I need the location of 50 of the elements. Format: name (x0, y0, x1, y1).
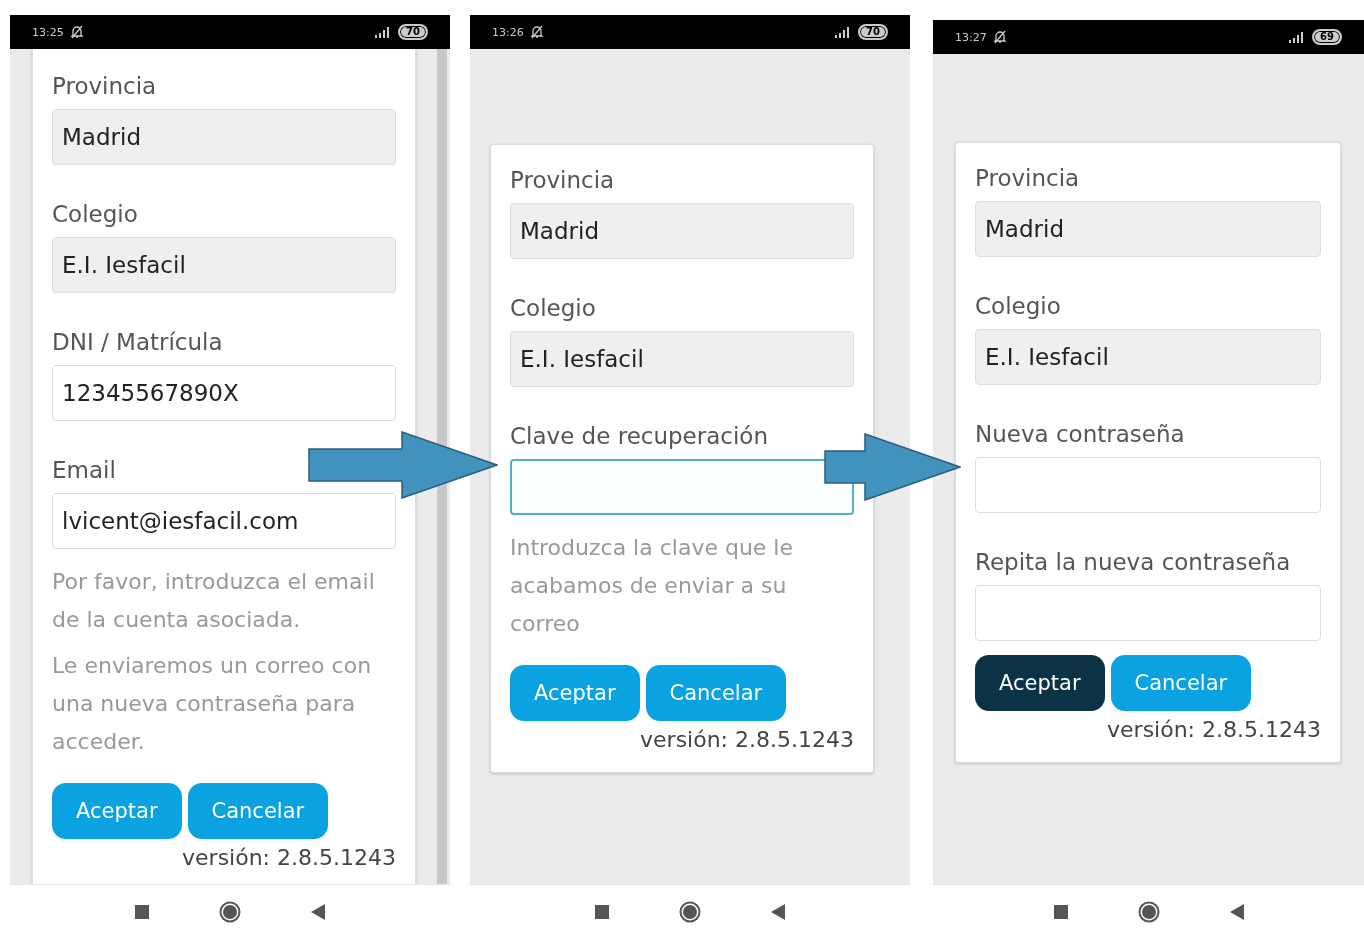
readonly-field: Madrid (52, 109, 396, 165)
bell-off-icon (69, 25, 84, 39)
field-label: Provincia (975, 164, 1081, 193)
battery-level: 70 (398, 24, 428, 40)
bell-off-icon (992, 30, 1007, 44)
square-icon[interactable] (1053, 905, 1068, 919)
cancel-button[interactable]: Cancelar (645, 665, 787, 721)
readonly-field: Madrid (510, 203, 854, 259)
bell-off-icon (529, 25, 544, 39)
readonly-field: E.I. Iesfacil (510, 331, 854, 387)
readonly-field: E.I. Iesfacil (52, 237, 396, 293)
field-label: Provincia (510, 166, 616, 195)
arrow-icon (824, 433, 961, 501)
circle-icon[interactable] (1137, 901, 1160, 923)
back-icon[interactable] (1229, 904, 1244, 920)
accept-button[interactable]: Aceptar (975, 655, 1105, 711)
version-text: versión: 2.8.5.1243 (639, 727, 854, 752)
field-label: Repita la nueva contraseña (975, 548, 1292, 577)
cancel-button[interactable]: Cancelar (187, 783, 329, 839)
cancel-button[interactable]: Cancelar (1110, 655, 1252, 711)
input-field[interactable] (510, 459, 854, 515)
field-label: Colegio (52, 200, 139, 229)
circle-icon[interactable] (679, 901, 701, 923)
help-text: Introduzca la clave que le acabamos de enviar a su correo (510, 534, 794, 638)
help-text: Por favor, introduzca el email de la cuenta asociada. (52, 568, 376, 634)
readonly-field: E.I. Iesfacil (975, 329, 1321, 385)
accept-button[interactable]: Aceptar (510, 665, 640, 721)
battery-level: 70 (858, 24, 888, 40)
version-text: versión: 2.8.5.1243 (1106, 717, 1321, 742)
input-field[interactable]: 12345567890X (52, 365, 396, 421)
status-time: 13:27 (955, 30, 987, 44)
accept-button[interactable]: Aceptar (52, 783, 182, 839)
back-icon[interactable] (311, 904, 325, 920)
status-time: 13:26 (492, 25, 524, 39)
circle-icon[interactable] (219, 901, 241, 923)
status-time: 13:25 (32, 25, 64, 39)
field-label: Provincia (52, 72, 158, 101)
battery-level: 69 (1312, 29, 1342, 45)
version-text: versión: 2.8.5.1243 (181, 845, 396, 870)
field-label: Nueva contraseña (975, 420, 1186, 449)
field-label: Email (52, 456, 117, 485)
field-label: Clave de recuperación (510, 422, 769, 451)
back-icon[interactable] (771, 904, 785, 920)
readonly-field: Madrid (975, 201, 1321, 257)
field-label: Colegio (975, 292, 1062, 321)
field-label: Colegio (510, 294, 597, 323)
input-field[interactable]: lvicent@iesfacil.com (52, 493, 396, 549)
help-text: Le enviaremos un correo con una nueva contraseña para acceder. (52, 652, 373, 756)
arrow-icon (308, 431, 498, 499)
field-label: DNI / Matrícula (52, 328, 224, 357)
